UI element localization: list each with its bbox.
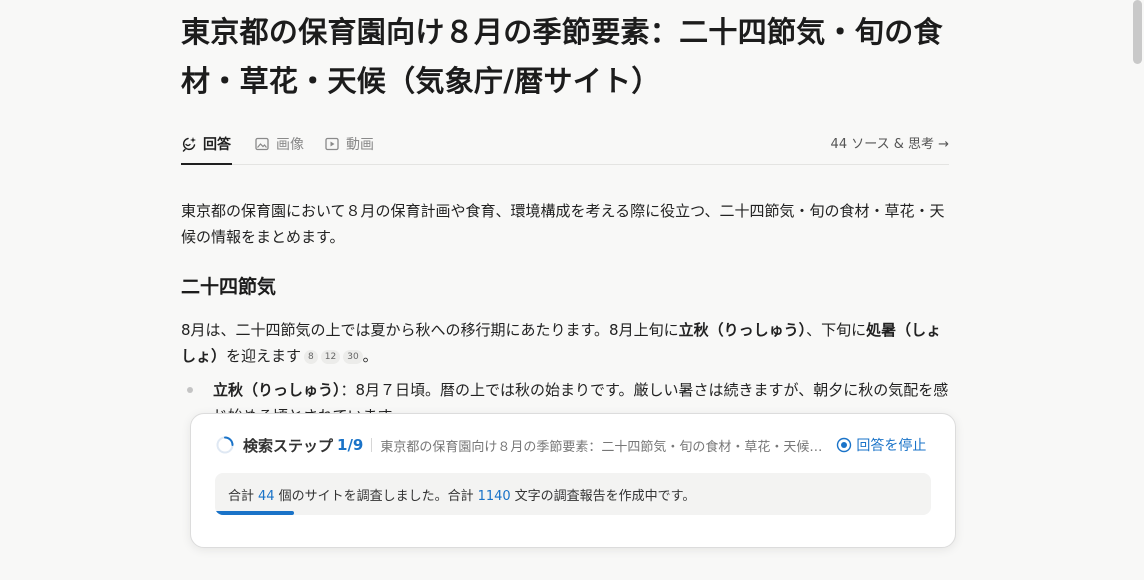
- result-tabs: 回答 画像 動画 44 ソース & 思考 →: [181, 124, 949, 165]
- status-text-post: 文字の調査報告を作成中です。: [514, 489, 696, 504]
- tab-images[interactable]: 画像: [254, 124, 304, 164]
- search-status-box: 合計 44 個のサイトを調査しました。合計 1140 文字の調査報告を作成中です。: [215, 473, 931, 515]
- bullet-bold-risshu: 立秋（りっしゅう）: [213, 381, 341, 399]
- stop-answer-button[interactable]: 回答を停止: [836, 435, 926, 455]
- stop-circle-icon: [837, 437, 852, 453]
- page-title: 東京都の保育園向け８月の季節要素：二十四節気・旬の食材・草花・天候（気象庁/暦サ…: [181, 15, 943, 98]
- search-status-text: 合計 44 個のサイトを調査しました。合計 1140 文字の調査報告を作成中です。: [228, 485, 695, 504]
- scrollbar-thumb[interactable]: [1133, 0, 1142, 64]
- search-progress-header: 検索ステップ 1/9 東京都の保育園向け８月の季節要素：二十四節気・旬の食材・草…: [215, 434, 931, 456]
- citation-badge[interactable]: 30: [343, 349, 363, 364]
- para-text-2: 、下旬に: [806, 321, 867, 339]
- sources-and-thinking-link[interactable]: 44 ソース & 思考 →: [831, 124, 949, 160]
- search-step-label: 検索ステップ: [243, 436, 334, 455]
- para-end: 。: [362, 347, 378, 365]
- stop-answer-label: 回答を停止: [856, 438, 927, 454]
- para-text-1: 8月は、二十四節気の上では夏から秋への移行期にあたります。8月上旬に: [181, 321, 679, 339]
- image-icon: [255, 137, 269, 151]
- tab-videos-label: 動画: [346, 137, 374, 153]
- intro-paragraph: 東京都の保育園において８月の保育計画や食育、環境構成を考える際に役立つ、二十四節…: [181, 202, 945, 246]
- search-progress-panel: 検索ステップ 1/9 東京都の保育園向け８月の季節要素：二十四節気・旬の食材・草…: [190, 413, 956, 548]
- status-text-mid: 個のサイトを調査しました。合計: [278, 489, 474, 504]
- chars-count: 1140: [477, 489, 511, 504]
- para-text-3: を迎えます: [226, 347, 302, 365]
- tab-answer[interactable]: 回答: [181, 124, 232, 165]
- video-play-icon: [325, 137, 339, 151]
- status-text-pre: 合計: [228, 489, 255, 504]
- solar-terms-paragraph: 8月は、二十四節気の上では夏から秋への移行期にあたります。8月上旬に立秋（りっし…: [181, 317, 949, 369]
- answer-sparkle-icon: [182, 136, 196, 152]
- search-query-text: 東京都の保育園向け８月の季節要素：二十四節気・旬の食材・草花・天候（気象庁/暦サ…: [380, 439, 826, 455]
- para-bold-risshu: 立秋（りっしゅう）: [678, 321, 807, 339]
- section-heading: 二十四節気: [181, 276, 277, 298]
- citation-badge[interactable]: 8: [304, 349, 318, 364]
- bullet-dot: [187, 387, 193, 393]
- sites-count: 44: [258, 489, 275, 504]
- loading-spinner-icon: [216, 436, 234, 454]
- tab-videos[interactable]: 動画: [324, 124, 374, 164]
- tab-answer-label: 回答: [203, 136, 231, 153]
- divider: [371, 438, 373, 452]
- page: 東京都の保育園向け８月の季節要素：二十四節気・旬の食材・草花・天候（気象庁/暦サ…: [0, 0, 1144, 580]
- tab-images-label: 画像: [276, 137, 304, 153]
- citation-badge[interactable]: 12: [320, 349, 341, 364]
- search-step-count: 1/9: [337, 436, 364, 454]
- search-progress-bar: [215, 511, 294, 515]
